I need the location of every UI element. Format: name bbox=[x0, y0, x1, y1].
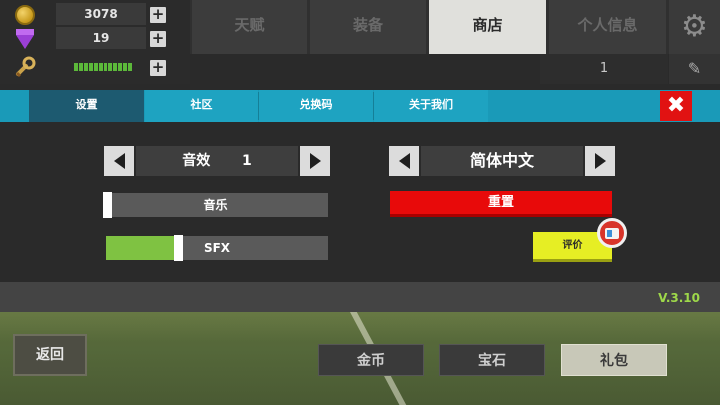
gems-value: 19 bbox=[56, 27, 146, 49]
arrow-right-icon bbox=[594, 153, 606, 169]
tab-talent[interactable]: 天赋 bbox=[192, 0, 307, 54]
energy-row: + bbox=[0, 54, 190, 82]
tab-settings[interactable]: 设置 bbox=[29, 90, 144, 122]
tab-profile[interactable]: 个人信息 bbox=[549, 0, 666, 54]
gems-shop-button[interactable]: 宝石 bbox=[439, 344, 545, 376]
tab-equipment[interactable]: 装备 bbox=[310, 0, 426, 54]
sfx-slider[interactable]: SFX bbox=[106, 235, 328, 261]
energy-bar bbox=[74, 63, 133, 71]
add-coins-button[interactable]: + bbox=[150, 7, 166, 23]
music-label: 音乐 bbox=[203, 198, 228, 212]
version-label: V.3.10 bbox=[658, 291, 700, 305]
coins-value: 3078 bbox=[56, 3, 146, 25]
coins-shop-button[interactable]: 金币 bbox=[318, 344, 424, 376]
add-gems-button[interactable]: + bbox=[150, 31, 166, 47]
reset-button[interactable]: 重置 bbox=[390, 191, 612, 217]
sound-next-button[interactable] bbox=[300, 146, 330, 176]
arrow-right-icon bbox=[309, 153, 321, 169]
arrow-left-icon bbox=[113, 153, 125, 169]
sound-prev-button[interactable] bbox=[104, 146, 134, 176]
back-button[interactable]: 返回 bbox=[13, 334, 87, 376]
version-bar bbox=[0, 282, 720, 312]
resource-panel: 3078 + 19 + + bbox=[0, 0, 190, 84]
language-label: 简体中文 bbox=[421, 146, 583, 176]
tab-redeem-code[interactable]: 兑换码 bbox=[259, 90, 373, 122]
close-icon[interactable]: ✖ bbox=[660, 91, 692, 121]
tab-about-us[interactable]: 关于我们 bbox=[374, 90, 488, 122]
language-next-button[interactable] bbox=[585, 146, 615, 176]
gems-row: 19 + bbox=[0, 25, 190, 53]
gem-icon bbox=[14, 28, 36, 50]
language-prev-button[interactable] bbox=[389, 146, 419, 176]
music-slider[interactable]: 音乐 bbox=[103, 192, 328, 218]
add-energy-button[interactable]: + bbox=[150, 60, 166, 76]
wrench-icon bbox=[14, 56, 36, 78]
arrow-left-icon bbox=[398, 153, 410, 169]
bundle-shop-button[interactable]: 礼包 bbox=[561, 344, 667, 376]
sound-label: 音效 bbox=[182, 153, 211, 169]
gear-icon: ⚙ bbox=[681, 9, 708, 44]
sub-value: 1 bbox=[540, 54, 668, 84]
sound-selector: 音效 1 bbox=[136, 146, 298, 176]
gear-button[interactable]: ⚙ bbox=[669, 0, 720, 54]
rate-badge-icon bbox=[597, 218, 627, 248]
coin-icon bbox=[14, 4, 36, 26]
sound-value: 1 bbox=[242, 153, 252, 169]
edit-icon[interactable]: ✎ bbox=[669, 54, 720, 84]
tab-community[interactable]: 社区 bbox=[145, 90, 258, 122]
sfx-label: SFX bbox=[203, 241, 231, 255]
tab-shop[interactable]: 商店 bbox=[429, 0, 546, 60]
